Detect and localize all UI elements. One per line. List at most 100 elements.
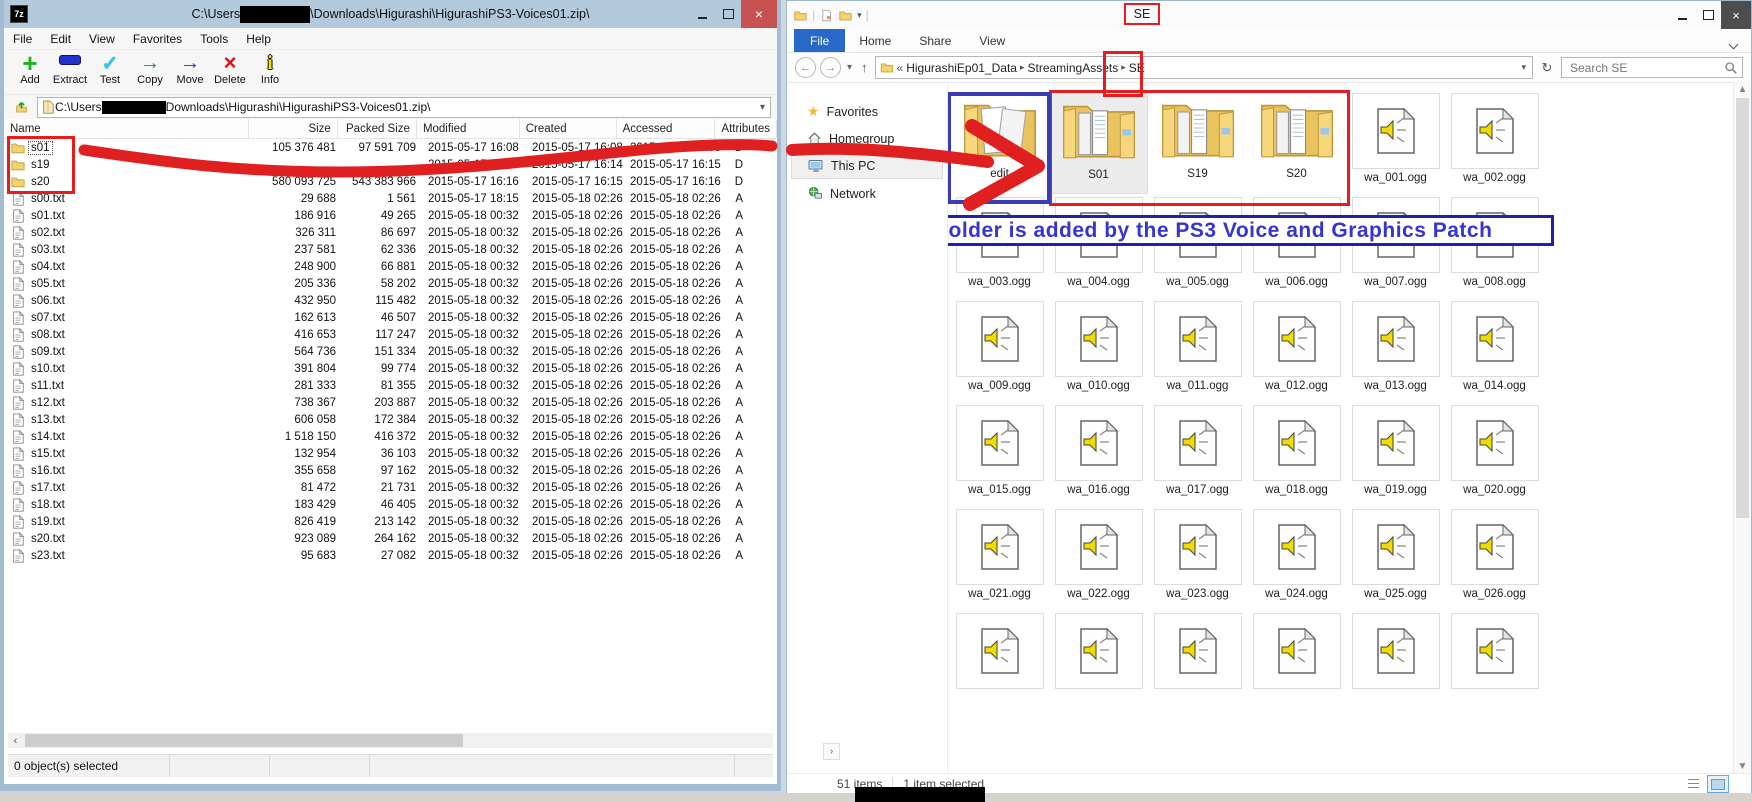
sidebar-item-network[interactable]: Network (791, 182, 943, 205)
folder-tile[interactable]: S20 (1247, 90, 1346, 194)
breadcrumb-streamingassets[interactable]: StreamingAssets (1028, 61, 1119, 75)
add-button[interactable]: +Add (10, 50, 50, 86)
file-tile[interactable]: wa_010.ogg (1049, 298, 1148, 402)
table-row[interactable]: s08.txt416 653117 2472015-05-18 00:32201… (4, 326, 777, 343)
table-row[interactable]: s11.txt281 33381 3552015-05-18 00:322015… (4, 377, 777, 394)
menu-item-tools[interactable]: Tools (191, 30, 237, 48)
table-row[interactable]: s09.txt564 736151 3342015-05-18 00:32201… (4, 343, 777, 360)
details-view-button[interactable] (1683, 775, 1703, 791)
table-row[interactable]: s04.txt248 90066 8812015-05-18 00:322015… (4, 258, 777, 275)
menu-item-file[interactable]: File (4, 30, 41, 48)
file-tile[interactable] (1247, 610, 1346, 714)
new-folder-icon[interactable] (838, 9, 853, 22)
folder-tile[interactable]: S19 (1148, 90, 1247, 194)
maximize-button[interactable] (1695, 1, 1721, 29)
table-row[interactable]: s20.txt923 089264 1622015-05-18 00:32201… (4, 530, 777, 547)
file-tile[interactable]: wa_002.ogg (1445, 90, 1544, 194)
file-tile[interactable]: wa_020.ogg (1445, 402, 1544, 506)
sidebar-item-this-pc[interactable]: This PC (791, 153, 943, 179)
scrollbar-thumb[interactable] (25, 734, 463, 747)
file-tile[interactable]: wa_021.ogg (950, 506, 1049, 610)
scroll-up-arrow[interactable]: ▲ (1734, 84, 1751, 95)
file-tile[interactable]: wa_023.ogg (1148, 506, 1247, 610)
file-tile[interactable]: wa_003.ogg (950, 194, 1049, 298)
table-row[interactable]: s18.txt183 42946 4052015-05-18 00:322015… (4, 496, 777, 513)
table-row[interactable]: s14.txt1 518 150416 3722015-05-18 00:322… (4, 428, 777, 445)
move-button[interactable]: →Move (170, 50, 210, 86)
folder-tile[interactable]: edit (950, 90, 1049, 194)
file-tile[interactable]: wa_009.ogg (950, 298, 1049, 402)
column-header-size[interactable]: Size (249, 119, 338, 138)
tab-view[interactable]: View (965, 29, 1019, 52)
copy-button[interactable]: →Copy (130, 50, 170, 86)
menu-item-favorites[interactable]: Favorites (124, 30, 191, 48)
tab-home[interactable]: Home (845, 29, 905, 52)
search-box[interactable] (1561, 57, 1743, 78)
ribbon-collapse-chevron-icon[interactable] (1730, 35, 1737, 53)
file-tile[interactable]: wa_013.ogg (1346, 298, 1445, 402)
breadcrumb-higurashiep01_data[interactable]: HigurashiEp01_Data (906, 61, 1017, 75)
properties-icon[interactable] (819, 9, 834, 22)
file-tile[interactable]: wa_012.ogg (1247, 298, 1346, 402)
tab-share[interactable]: Share (905, 29, 965, 52)
menu-item-edit[interactable]: Edit (41, 30, 80, 48)
file-tile[interactable]: wa_015.ogg (950, 402, 1049, 506)
breadcrumb-se[interactable]: SE (1129, 61, 1145, 75)
breadcrumb-overflow[interactable]: « (897, 61, 904, 75)
file-tile[interactable] (1346, 610, 1445, 714)
table-row[interactable]: s15.txt132 95436 1032015-05-18 00:322015… (4, 445, 777, 462)
file-tile[interactable]: wa_007.ogg (1346, 194, 1445, 298)
file-tile[interactable]: wa_001.ogg (1346, 90, 1445, 194)
file-tile[interactable]: wa_017.ogg (1148, 402, 1247, 506)
column-header-created[interactable]: Created (520, 119, 617, 138)
test-button[interactable]: ✓Test (90, 50, 130, 86)
delete-button[interactable]: ×Delete (210, 50, 250, 86)
table-row[interactable]: s02.txt326 31186 6972015-05-18 00:322015… (4, 224, 777, 241)
table-row[interactable]: s05.txt205 33658 2022015-05-18 00:322015… (4, 275, 777, 292)
file-tile[interactable]: wa_024.ogg (1247, 506, 1346, 610)
forward-button[interactable]: → (820, 57, 841, 78)
table-row[interactable]: s01105 376 48197 591 7092015-05-17 16:08… (4, 139, 777, 156)
table-row[interactable]: s12.txt738 367203 8872015-05-18 00:32201… (4, 394, 777, 411)
file-tile[interactable] (950, 610, 1049, 714)
large-icons-view-button[interactable] (1707, 775, 1729, 793)
extract-button[interactable]: Extract (50, 50, 90, 86)
file-tile[interactable]: wa_005.ogg (1148, 194, 1247, 298)
table-row[interactable]: s23.txt95 68327 0822015-05-18 00:322015-… (4, 547, 777, 564)
menu-item-help[interactable]: Help (237, 30, 280, 48)
address-combobox[interactable]: C:\UsersDownloads\Higurashi\HigurashiPS3… (37, 97, 771, 118)
menu-item-view[interactable]: View (80, 30, 124, 48)
minimize-button[interactable] (689, 0, 715, 28)
file-tile[interactable]: wa_018.ogg (1247, 402, 1346, 506)
table-row[interactable]: s16.txt355 65897 1622015-05-18 00:322015… (4, 462, 777, 479)
column-header-accessed[interactable]: Accessed (617, 119, 716, 138)
up-button[interactable]: ↑ (858, 60, 871, 75)
folder-tile[interactable]: S01 (1049, 90, 1148, 194)
file-tile[interactable]: wa_022.ogg (1049, 506, 1148, 610)
column-header-attributes[interactable]: Attributes (715, 119, 777, 138)
file-tile[interactable]: wa_006.ogg (1247, 194, 1346, 298)
table-row[interactable]: s192015-05-17 16:152015-05-17 16:142015-… (4, 156, 777, 173)
close-button[interactable]: × (1721, 1, 1751, 29)
close-button[interactable]: × (741, 0, 777, 28)
table-row[interactable]: s19.txt826 419213 1422015-05-18 00:32201… (4, 513, 777, 530)
file-tile[interactable]: wa_019.ogg (1346, 402, 1445, 506)
file-tile[interactable]: wa_004.ogg (1049, 194, 1148, 298)
file-tile[interactable]: wa_008.ogg (1445, 194, 1544, 298)
table-row[interactable]: s00.txt29 6881 5612015-05-17 18:152015-0… (4, 190, 777, 207)
sidebar-item-favorites[interactable]: ★Favorites (791, 99, 943, 124)
search-input[interactable] (1568, 60, 1722, 76)
table-row[interactable]: s20580 093 725543 383 9662015-05-17 16:1… (4, 173, 777, 190)
file-tile[interactable]: wa_016.ogg (1049, 402, 1148, 506)
address-dropdown-arrow[interactable]: ▾ (755, 102, 770, 113)
qat-dropdown-icon[interactable]: ▾ (857, 10, 862, 21)
table-row[interactable]: s17.txt81 47221 7312015-05-18 00:322015-… (4, 479, 777, 496)
address-bar[interactable]: « HigurashiEp01_Data▸StreamingAssets▸SE … (875, 56, 1533, 79)
file-tile[interactable]: wa_014.ogg (1445, 298, 1544, 402)
column-header-packed-size[interactable]: Packed Size (338, 119, 417, 138)
column-header-modified[interactable]: Modified (417, 119, 520, 138)
maximize-button[interactable] (715, 0, 741, 28)
scroll-down-arrow[interactable]: ▼ (1734, 761, 1751, 772)
back-button[interactable]: ← (795, 57, 816, 78)
file-tile[interactable] (1049, 610, 1148, 714)
